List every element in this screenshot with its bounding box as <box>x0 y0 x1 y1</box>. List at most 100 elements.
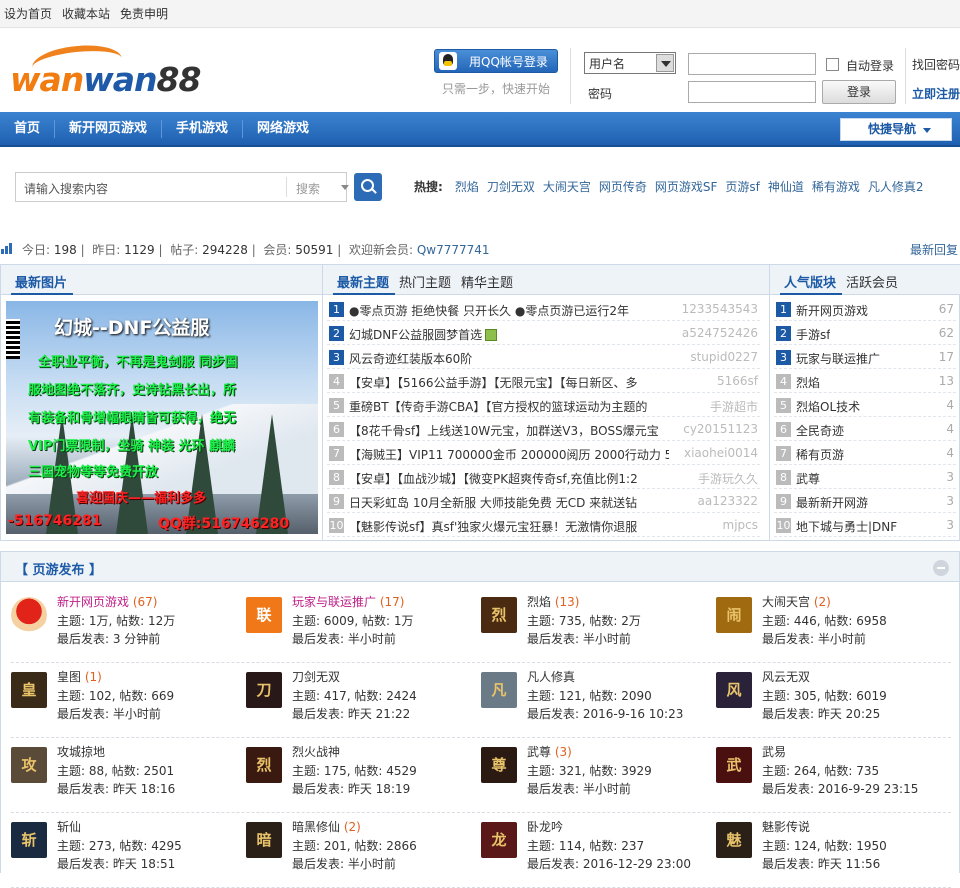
password-input[interactable] <box>688 81 816 103</box>
tab-featured-topics[interactable]: 精华主题 <box>461 272 513 291</box>
quick-nav-button[interactable]: 快捷导航 <box>840 118 952 141</box>
board-row[interactable]: 6 全民奇迹 4 <box>774 417 956 441</box>
topic-title[interactable]: ●零点页游 拒绝快餐 只开长久 ●零点页游已运行2年 <box>349 302 669 319</box>
board-name[interactable]: 全民奇迹 <box>796 422 844 439</box>
forum-board-icon[interactable]: 龙 <box>481 822 517 858</box>
forum-section-title[interactable]: 【 页游发布 】 <box>15 559 102 578</box>
search-button[interactable] <box>354 173 382 201</box>
forum-board-name[interactable]: 玩家与联运推广 (17) <box>292 593 404 610</box>
username-type-select[interactable]: 用户名 <box>584 52 676 74</box>
forum-board-card[interactable]: 联 玩家与联运推广 (17) 主题: 6009, 帖数: 1万 最后发表: 半小时前 <box>246 593 476 657</box>
register-link[interactable]: 立即注册 <box>912 85 960 102</box>
forum-board-name[interactable]: 皇图 (1) <box>57 668 102 685</box>
search-input[interactable]: 请输入搜索内容 搜索 <box>15 172 350 202</box>
forum-board-card[interactable]: 暗 暗黑修仙 (2) 主题: 201, 帖数: 2866 最后发表: 半小时前 <box>246 818 476 882</box>
topic-author[interactable]: mjpcs <box>723 518 759 532</box>
topic-title[interactable]: 风云奇迹红装版本60阶 <box>349 350 669 367</box>
topic-row[interactable]: 4 【安卓】【5166公益手游】【无限元宝】【每日新区、多 5166sf <box>327 369 760 393</box>
forum-board-icon[interactable]: 风 <box>716 672 752 708</box>
forum-board-name[interactable]: 烈火战神 <box>292 743 340 760</box>
topic-author[interactable]: 5166sf <box>717 374 758 388</box>
forum-board-name[interactable]: 烈焰 (13) <box>527 593 579 610</box>
auto-login-checkbox[interactable] <box>826 58 839 71</box>
topic-author[interactable]: stupid0227 <box>690 350 758 364</box>
topic-row[interactable]: 10 【魅影传说sf】真sf'独家火爆元宝狂暴！无激情你退服 mjpcs <box>327 513 760 537</box>
forum-board-icon[interactable]: 皇 <box>11 672 47 708</box>
board-row[interactable]: 8 武尊 3 <box>774 465 956 489</box>
topic-row[interactable]: 6 【8花千骨sf】上线送10W元宝，加群送V3，BOSS爆元宝 cy2015112… <box>327 417 760 441</box>
board-row[interactable]: 7 稀有页游 4 <box>774 441 956 465</box>
hot-search-link[interactable]: 网页传奇 <box>599 178 647 195</box>
nav-item-mobile-games[interactable]: 手机游戏 <box>162 119 244 138</box>
tab-hot-topics[interactable]: 热门主题 <box>399 272 451 291</box>
topic-author[interactable]: aa123322 <box>697 494 758 508</box>
forum-board-card[interactable]: 攻 攻城掠地 主题: 88, 帖数: 2501 最后发表: 昨天 18:16 <box>11 743 241 807</box>
board-name[interactable]: 烈焰OL技术 <box>796 398 860 415</box>
forgot-password-link[interactable]: 找回密码 <box>912 56 960 73</box>
tab-latest-pictures[interactable]: 最新图片 <box>15 272 67 291</box>
board-row[interactable]: 4 烈焰 13 <box>774 369 956 393</box>
topic-author[interactable]: 1233543543 <box>682 302 758 316</box>
tab-latest-topics[interactable]: 最新主题 <box>337 272 389 291</box>
forum-board-card[interactable]: 烈 烈焰 (13) 主题: 735, 帖数: 2万 最后发表: 半小时前 <box>481 593 711 657</box>
topic-title[interactable]: 幻城DNF公益服圆梦首选 <box>349 326 669 343</box>
forum-board-name[interactable]: 暗黑修仙 (2) <box>292 818 361 835</box>
topic-row[interactable]: 3 风云奇迹红装版本60阶 stupid0227 <box>327 345 760 369</box>
forum-board-card[interactable]: 烈 烈火战神 主题: 175, 帖数: 4529 最后发表: 昨天 18:19 <box>246 743 476 807</box>
topic-author[interactable]: cy20151123 <box>683 422 758 436</box>
topic-row[interactable]: 7 【海贼王】VIP11 700000金币 200000阅历 2000行动力 5 x… <box>327 441 760 465</box>
topic-title[interactable]: 【魅影传说sf】真sf'独家火爆元宝狂暴！无激情你退服 <box>349 518 669 535</box>
forum-board-card[interactable]: 武 武易 主题: 264, 帖数: 735 最后发表: 2016-9-29 23:15 <box>716 743 946 807</box>
forum-board-card[interactable]: 新开网页游戏 (67) 主题: 1万, 帖数: 12万 最后发表: 3 分钟前 <box>11 593 241 657</box>
new-member-link[interactable]: Qw7777741 <box>417 243 490 257</box>
board-row[interactable]: 2 手游sf 62 <box>774 321 956 345</box>
topic-title[interactable]: 【8花千骨sf】上线送10W元宝，加群送V3，BOSS爆元宝 <box>349 422 669 439</box>
topic-author[interactable]: 手游超市 <box>710 398 758 415</box>
hot-search-link[interactable]: 大闹天宫 <box>543 178 591 195</box>
topic-title[interactable]: 【安卓】【血战沙城】【微变PK超爽传奇sf,充值比例1:2 <box>349 470 669 487</box>
forum-board-card[interactable]: 风 风云无双 主题: 305, 帖数: 6019 最后发表: 昨天 20:25 <box>716 668 946 732</box>
forum-board-icon[interactable]: 闹 <box>716 597 752 633</box>
disclaimer-link[interactable]: 免责申明 <box>120 5 168 22</box>
hot-search-link[interactable]: 神仙道 <box>768 178 804 195</box>
featured-image[interactable]: 幻城--DNF公益服 全职业平衡，不再是鬼剑服 同步国 服地图绝不落齐，史诗钻黑… <box>6 301 318 534</box>
topic-row[interactable]: 9 日天彩虹岛 10月全新服 大师技能免费 无CD 来就送钻 aa123322 <box>327 489 760 513</box>
hot-search-link[interactable]: 烈焰 <box>455 178 479 195</box>
site-logo[interactable]: wanwan88 <box>10 41 230 104</box>
board-row[interactable]: 3 玩家与联运推广 17 <box>774 345 956 369</box>
forum-board-icon[interactable]: 暗 <box>246 822 282 858</box>
board-name[interactable]: 玩家与联运推广 <box>796 350 880 367</box>
hot-search-link[interactable]: 刀剑无双 <box>487 178 535 195</box>
board-row[interactable]: 10 地下城与勇士|DNF 3 <box>774 513 956 537</box>
topic-author[interactable]: a524752426 <box>682 326 758 340</box>
nav-item-online-games[interactable]: 网络游戏 <box>243 120 323 138</box>
qq-login-button[interactable]: 用QQ帐号登录 <box>434 49 558 73</box>
forum-board-name[interactable]: 刀剑无双 <box>292 668 340 685</box>
topic-row[interactable]: 2 幻城DNF公益服圆梦首选 a524752426 <box>327 321 760 345</box>
login-button[interactable]: 登录 <box>822 80 896 104</box>
set-homepage-link[interactable]: 设为首页 <box>4 5 52 22</box>
forum-board-name[interactable]: 卧龙吟 <box>527 818 563 835</box>
forum-board-name[interactable]: 武尊 (3) <box>527 743 572 760</box>
forum-board-icon[interactable]: 刀 <box>246 672 282 708</box>
topic-row[interactable]: 5 重磅BT【传奇手游CBA】【官方授权的篮球运动为主题的 手游超市 <box>327 393 760 417</box>
topic-title[interactable]: 【安卓】【5166公益手游】【无限元宝】【每日新区、多 <box>349 374 669 391</box>
board-name[interactable]: 最新新开网游 <box>796 494 868 511</box>
forum-board-card[interactable]: 刀 刀剑无双 主题: 417, 帖数: 2424 最后发表: 昨天 21:22 <box>246 668 476 732</box>
board-name[interactable]: 手游sf <box>796 326 830 343</box>
hot-search-link[interactable]: 页游sf <box>725 178 759 195</box>
forum-board-name[interactable]: 风云无双 <box>762 668 810 685</box>
topic-title[interactable]: 【海贼王】VIP11 700000金币 200000阅历 2000行动力 5 <box>349 446 669 463</box>
forum-board-name[interactable]: 魅影传说 <box>762 818 810 835</box>
board-row[interactable]: 1 新开网页游戏 67 <box>774 297 956 321</box>
bookmark-link[interactable]: 收藏本站 <box>62 5 110 22</box>
forum-board-name[interactable]: 大闹天宫 (2) <box>762 593 831 610</box>
forum-board-icon[interactable]: 攻 <box>11 747 47 783</box>
topic-author[interactable]: xiaohei0014 <box>684 446 758 460</box>
board-row[interactable]: 9 最新新开网游 3 <box>774 489 956 513</box>
topic-row[interactable]: 8 【安卓】【血战沙城】【微变PK超爽传奇sf,充值比例1:2 手游玩久久 <box>327 465 760 489</box>
forum-board-card[interactable]: 龙 卧龙吟 主题: 114, 帖数: 237 最后发表: 2016-12-29 23:… <box>481 818 711 882</box>
forum-board-icon[interactable]: 武 <box>716 747 752 783</box>
forum-board-name[interactable]: 武易 <box>762 743 786 760</box>
forum-board-icon[interactable]: 联 <box>246 597 282 633</box>
